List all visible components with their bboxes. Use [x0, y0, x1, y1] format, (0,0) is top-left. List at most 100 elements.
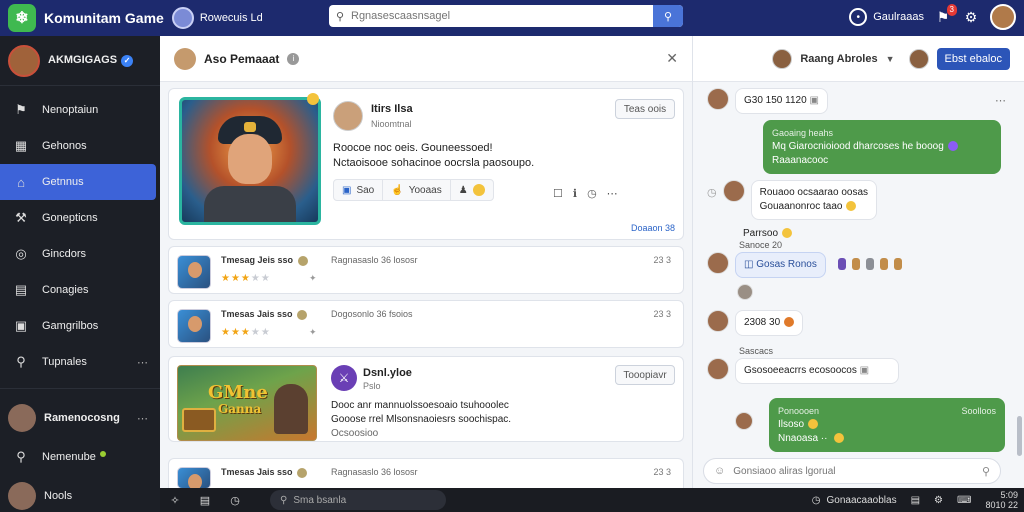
sidebar-item-1[interactable]: ▦ Gehonos — [0, 128, 160, 164]
search-icon: ⚲ — [16, 449, 26, 464]
status-button[interactable]: • Gaulraaas — [849, 8, 924, 26]
window-icon[interactable]: ▤ — [911, 495, 920, 506]
sidebar-item-6[interactable]: ▣ Gamgrilbos — [0, 308, 160, 344]
message-bubble[interactable]: ◫ Gosas Ronos — [735, 252, 826, 278]
chat-input[interactable] — [733, 465, 974, 477]
settings-icon[interactable]: ⚙ — [934, 495, 943, 506]
item-title: Tmesas Jais sso — [221, 467, 308, 478]
sidebar: AKMGIGAGS ✓ ⚑ Nenoptaiun ▦ Gehonos ⌂ Getn… — [0, 36, 160, 512]
notifications-button[interactable]: ⚑ 3 — [934, 4, 957, 26]
sticker-icon[interactable] — [865, 258, 874, 270]
search-submit-button[interactable]: ⚲ — [653, 5, 683, 27]
sidebar-user-0[interactable]: Ramenocosng ⋯ — [0, 397, 160, 439]
start-icon[interactable]: ✧ — [160, 494, 190, 507]
sidebar-item-5[interactable]: ▤ Conagies — [0, 272, 160, 308]
save-button[interactable]: ▣ Sao — [334, 180, 384, 200]
game-poster[interactable]: GMne Ganna — [177, 365, 317, 441]
search-icon: ⚲ — [335, 10, 345, 23]
contact-name[interactable]: Raang Abroles — [800, 53, 877, 65]
thumbnail-face — [188, 262, 202, 278]
more-icon[interactable]: ⋯ — [137, 356, 148, 369]
info-icon[interactable]: i — [287, 52, 300, 65]
channel-name[interactable]: Dsnl.yloe — [363, 367, 412, 379]
channel-avatar-icon[interactable]: ⚔ — [331, 365, 357, 391]
sidebar-profile[interactable]: AKMGIGAGS ✓ — [0, 36, 160, 86]
sticker-icon[interactable] — [837, 258, 846, 270]
list-item[interactable]: Tmesas Jais sso Ragnasaslo 36 lososr 23 … — [168, 458, 684, 490]
clock-icon[interactable]: ◷ — [220, 494, 250, 507]
search-input[interactable] — [351, 10, 653, 22]
sidebar-item-4[interactable]: ◎ Gincdors — [0, 236, 160, 272]
person-icon: ♟ — [458, 184, 468, 196]
see-more-link[interactable]: Doaaon 38 — [631, 223, 675, 233]
app-logo-icon[interactable]: ❄ — [8, 4, 36, 32]
location-pin-icon: • — [849, 8, 868, 26]
thumbnail-face — [188, 316, 202, 332]
sidebar-divider — [0, 388, 160, 389]
item-title: Tmesag Jeis sso — [221, 255, 308, 266]
post-author[interactable]: Itirs Ilsa Nioomtnal — [333, 101, 413, 131]
more-icon[interactable]: ⋯ — [607, 187, 618, 200]
game-thumbnail — [177, 309, 211, 343]
clock-icon[interactable]: ◷ — [587, 187, 597, 200]
message-bubble[interactable]: Gsosoeeacrrs ecosoocos ▣ — [735, 358, 899, 384]
sidebar-item-2[interactable]: ⌂ Getnnus — [0, 164, 156, 200]
post-tools: ☐ ℹ ◷ ⋯ — [553, 187, 618, 200]
smiley-icon — [472, 184, 485, 196]
emoji-icon[interactable]: ☺ — [714, 465, 725, 477]
message-bubble[interactable]: 2308 30 — [735, 310, 804, 336]
notification-badge: 3 — [946, 4, 957, 16]
chat-scrollbar[interactable] — [1017, 416, 1022, 456]
message-bubble[interactable]: Ponoooen Soolloos Ilsoso Nnaoasa ·· — [769, 398, 1005, 452]
taskbar-search[interactable]: ⚲ Sma bsanla — [270, 490, 446, 510]
message-bubble[interactable]: Gaoaing heahs Mq Giarocnioiood dharcoses… — [763, 120, 1001, 174]
hat-badge — [244, 122, 256, 132]
sticker-icon[interactable] — [879, 258, 888, 270]
list-item[interactable]: Tmesas Jais sso ★★★★★ ✦ Dogosonlo 36 fso… — [168, 300, 684, 348]
more-icon[interactable]: ⋯ — [137, 412, 148, 425]
message-bubble[interactable]: Rouaoo ocsaarao oosas Gouaanonroc taao — [750, 180, 878, 220]
group-avatar[interactable] — [171, 7, 194, 29]
chat-message: ◷ Rouaoo ocsaarao oosas Gouaanonroc taao — [707, 180, 878, 220]
message-bubble[interactable]: G30 150 1120 ▣ — [735, 88, 828, 114]
checkbox-icon[interactable]: ☐ — [553, 187, 563, 200]
more-icon[interactable]: ⋯ — [995, 94, 1006, 107]
sidebar-item-0[interactable]: ⚑ Nenoptaiun — [0, 92, 160, 128]
sticker-icon[interactable] — [893, 258, 902, 270]
keyboard-icon[interactable]: ⌨ — [957, 495, 971, 506]
message-timestamp: Sanoce 20 — [739, 240, 783, 250]
sidebar-user-1[interactable]: ⚲ Nemenube — [0, 439, 160, 475]
settings-button[interactable]: ⚙ — [962, 8, 980, 26]
sidebar-item-3[interactable]: ⚒ Gonepticns — [0, 200, 160, 236]
follow-button[interactable]: Teas oois — [615, 99, 675, 119]
reaction-bar: ▣ Sao ☝ Yooaas ♟ — [333, 179, 494, 201]
profile-avatar — [8, 44, 40, 77]
featured-game-art[interactable] — [179, 97, 321, 225]
taskbar-clock[interactable]: 5:09 8010 22 — [985, 490, 1018, 510]
chevron-down-icon[interactable]: ▼ — [886, 54, 895, 64]
game-thumbnail — [177, 467, 211, 490]
contact-avatar-secondary — [908, 48, 929, 69]
taskbar-status-button[interactable]: ◷ Gonaacaaoblas — [812, 495, 897, 506]
user-avatar[interactable] — [990, 4, 1016, 30]
sidebar-item-7[interactable]: ⚲ Tupnales ⋯ — [0, 344, 160, 380]
emoji-reaction-button[interactable]: ♟ — [451, 180, 493, 200]
like-button[interactable]: ☝ Yooaas — [383, 180, 451, 200]
search-icon: ⚲ — [16, 354, 26, 369]
calendar-icon: ▣ — [14, 318, 28, 333]
play-button[interactable]: Tooopiavr — [615, 365, 675, 385]
sidebar-item-label: Conagies — [42, 284, 89, 296]
window-icon[interactable]: ▤ — [190, 494, 220, 507]
close-icon[interactable]: ✕ — [666, 50, 678, 67]
attach-icon[interactable]: ⚲ — [982, 465, 990, 478]
image-icon: ▣ — [859, 365, 870, 376]
avatar — [737, 284, 753, 300]
list-item[interactable]: Tmesag Jeis sso ★★★★★ ✦ Ragnasaslo 36 lo… — [168, 246, 684, 294]
group-label[interactable]: Rowecuis Ld — [200, 12, 263, 24]
emoji-icon — [784, 317, 795, 328]
smiley-icon — [782, 228, 793, 239]
sticker-icon[interactable] — [851, 258, 860, 270]
info-icon[interactable]: ℹ — [573, 187, 577, 200]
sidebar-user-2[interactable]: Nools — [0, 475, 160, 512]
chat-action-button[interactable]: Ebst ebaloc — [936, 47, 1010, 70]
